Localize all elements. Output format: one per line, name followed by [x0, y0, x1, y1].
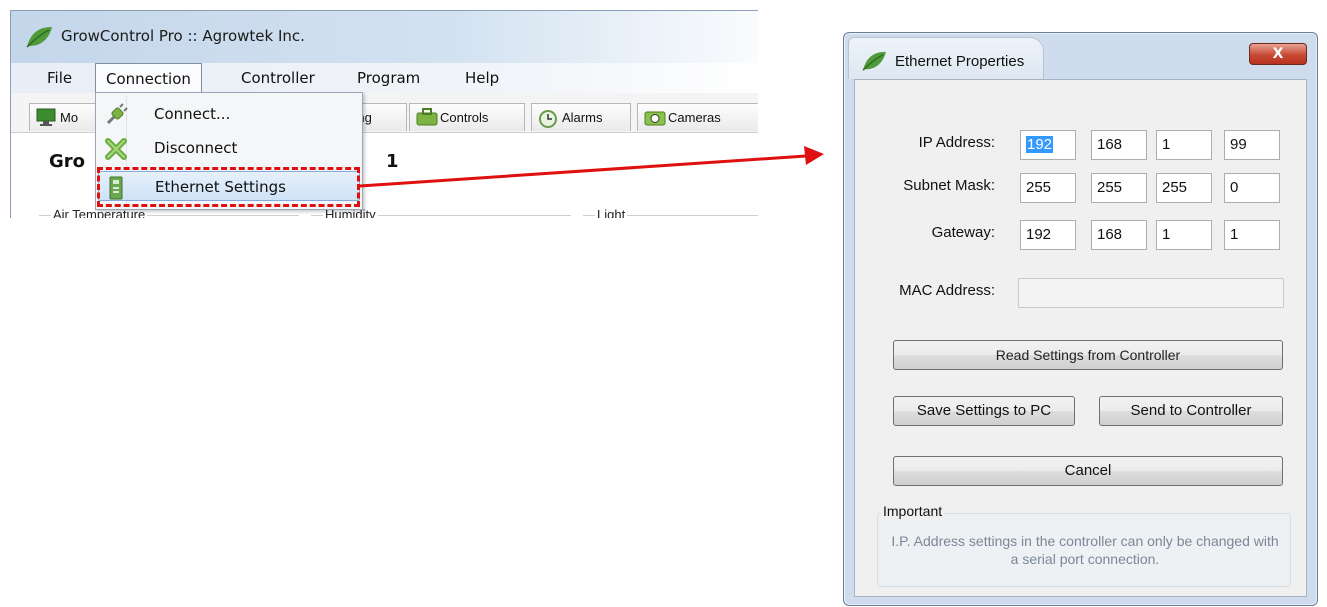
title-bar: GrowControl Pro :: Agrowtek Inc. [11, 11, 758, 63]
dialog-body: IP Address: 192 168 1 99 Subnet Mask: 25… [854, 79, 1307, 597]
tab-monitor[interactable]: Mo [29, 103, 105, 131]
connection-dropdown-menu: Connect... Disconnect Ethernet Settings [95, 92, 363, 210]
cancel-button[interactable]: Cancel [893, 456, 1283, 486]
menu-help[interactable]: Help [455, 67, 509, 89]
tab-label: Alarms [562, 110, 603, 125]
app-title: GrowControl Pro :: Agrowtek Inc. [61, 27, 305, 45]
menu-item-label: Disconnect [154, 139, 238, 157]
gateway-octet-1-input[interactable]: 192 [1020, 220, 1076, 250]
close-button[interactable]: X [1249, 43, 1307, 65]
menu-item-label: Ethernet Settings [155, 178, 286, 196]
ethernet-properties-dialog: Ethernet Properties X IP Address: 192 16… [843, 32, 1318, 606]
menu-bar: File Connection Controller Program Help [11, 63, 758, 93]
menu-item-disconnect[interactable]: Disconnect [98, 133, 360, 163]
controls-icon [416, 108, 438, 126]
read-settings-button[interactable]: Read Settings from Controller [893, 340, 1283, 370]
gateway-octet-4-input[interactable]: 1 [1224, 220, 1280, 250]
gateway-label: Gateway: [931, 224, 995, 241]
menu-item-ethernet-settings[interactable]: Ethernet Settings [98, 171, 360, 201]
subnet-octet-2-input[interactable]: 255 [1091, 173, 1147, 203]
disconnect-x-icon [105, 138, 127, 160]
leaf-logo-icon [26, 27, 52, 48]
tab-controls[interactable]: Controls [409, 103, 525, 131]
subnet-octet-4-input[interactable]: 0 [1224, 173, 1280, 203]
important-label: Important [881, 503, 945, 519]
gateway-octet-3-input[interactable]: 1 [1156, 220, 1212, 250]
tab-label: Controls [440, 110, 489, 125]
tab-label: Cameras [668, 110, 721, 125]
leaf-logo-icon [862, 51, 886, 71]
tab-label: Mo [60, 110, 79, 125]
send-to-controller-button[interactable]: Send to Controller [1099, 396, 1283, 426]
ip-octet-3-input[interactable]: 1 [1156, 130, 1212, 160]
alarm-clock-icon [539, 110, 557, 128]
mac-address-field [1018, 278, 1284, 308]
ip-octet-4-input[interactable]: 99 [1224, 130, 1280, 160]
ip-address-label: IP Address: [918, 134, 995, 151]
menu-connection[interactable]: Connection [95, 63, 202, 93]
menu-item-label: Connect... [154, 105, 231, 123]
menu-program[interactable]: Program [347, 67, 430, 89]
ethernet-device-icon [109, 176, 123, 200]
save-settings-button[interactable]: Save Settings to PC [893, 396, 1075, 426]
subnet-octet-1-input[interactable]: 255 [1020, 173, 1076, 203]
menu-item-connect[interactable]: Connect... [98, 99, 360, 129]
tab-alarms[interactable]: Alarms [531, 103, 631, 131]
group-light: Light [595, 207, 628, 218]
camera-icon [644, 111, 666, 126]
monitor-icon [36, 108, 56, 126]
ip-octet-1-input[interactable]: 192 [1020, 130, 1076, 160]
tab-cameras[interactable]: Cameras [637, 103, 758, 131]
gateway-octet-2-input[interactable]: 168 [1091, 220, 1147, 250]
important-groupbox: Important I.P. Address settings in the c… [877, 503, 1291, 587]
plug-icon [106, 103, 128, 125]
mac-address-label: MAC Address: [899, 282, 995, 299]
menu-controller[interactable]: Controller [231, 67, 325, 89]
menu-file[interactable]: File [37, 67, 82, 89]
dialog-title-tab: Ethernet Properties [848, 37, 1044, 79]
ip-octet-1-value: 192 [1026, 136, 1054, 153]
important-text: I.P. Address settings in the controller … [891, 533, 1279, 567]
subnet-octet-3-input[interactable]: 255 [1156, 173, 1212, 203]
dialog-title: Ethernet Properties [895, 53, 1025, 70]
page-heading-tail: 1 [386, 151, 399, 172]
page-heading: Gro [49, 151, 86, 172]
ip-octet-2-input[interactable]: 168 [1091, 130, 1147, 160]
subnet-mask-label: Subnet Mask: [903, 177, 995, 194]
